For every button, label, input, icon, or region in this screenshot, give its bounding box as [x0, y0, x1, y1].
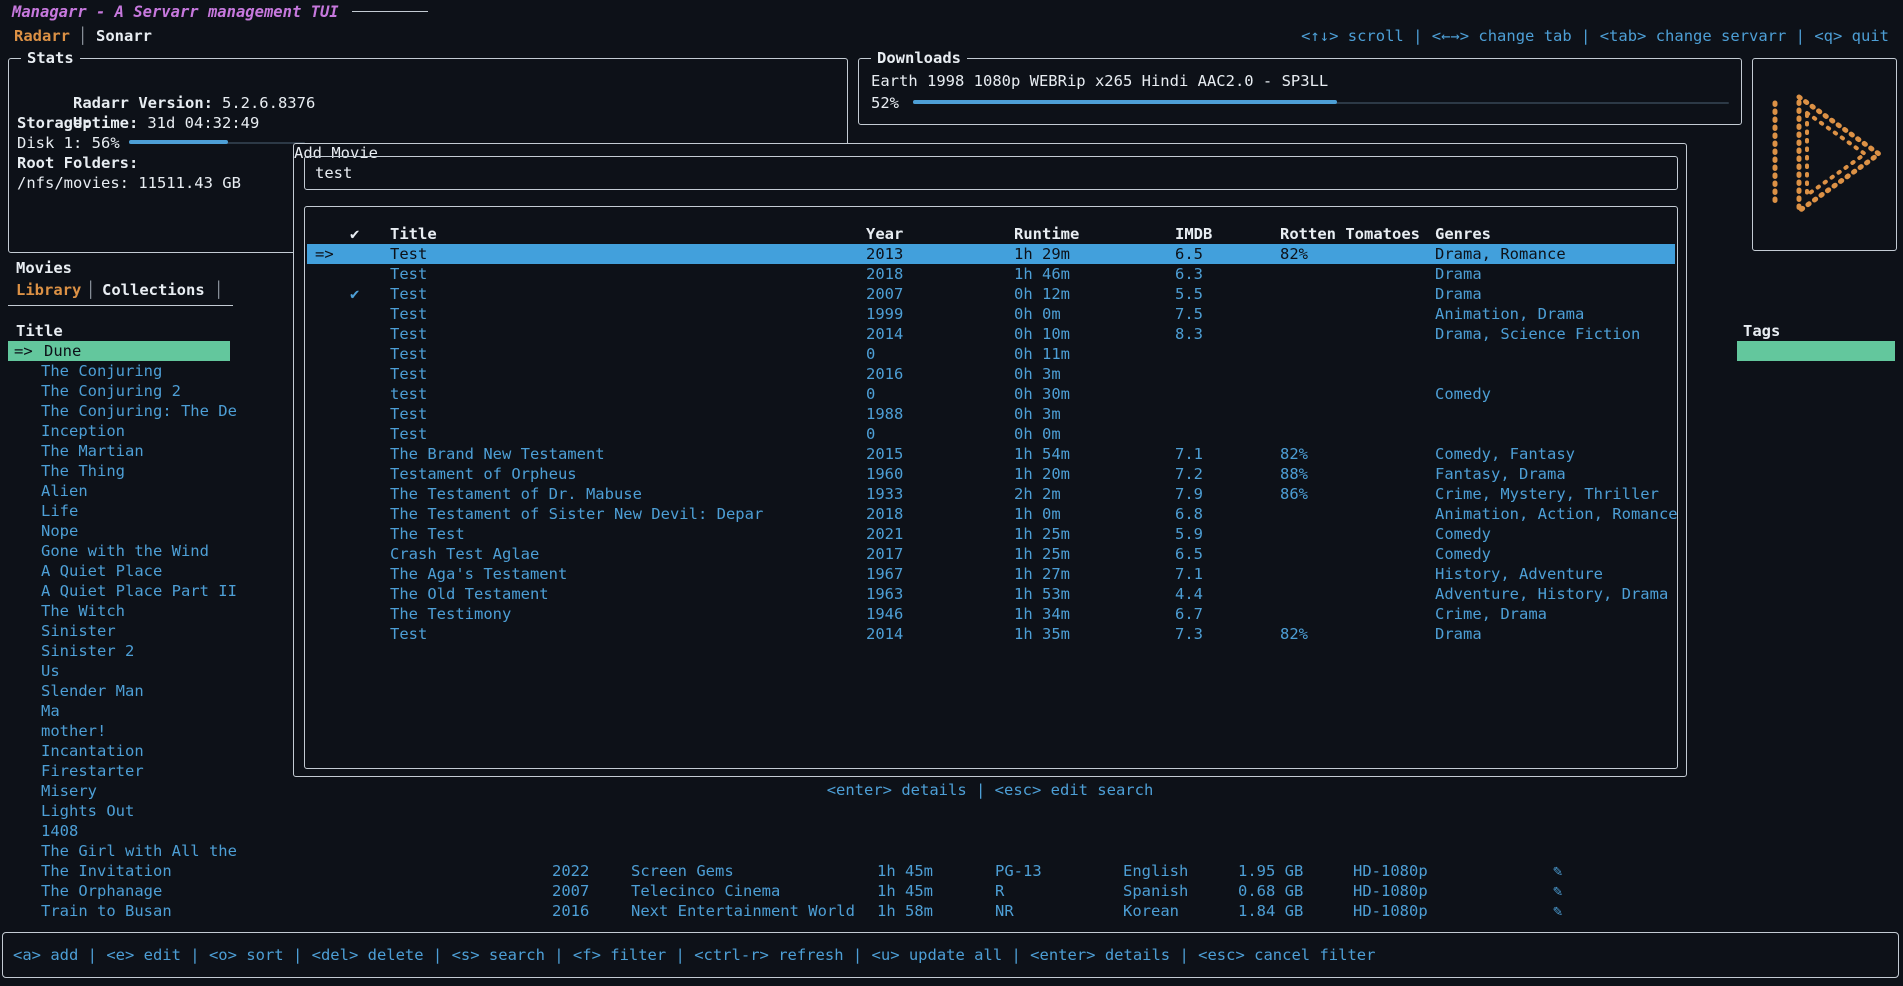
tab-separator: │: [78, 26, 87, 46]
movie-list-item[interactable]: Sinister: [41, 621, 116, 641]
tags-panel-title: Tags: [1743, 321, 1780, 341]
add-movie-result-row[interactable]: Test19880h 3m: [307, 404, 1675, 424]
title-rule: [352, 11, 428, 12]
movie-list-item[interactable]: Alien: [41, 481, 88, 501]
managarr-app: Managarr - A Servarr management TUI Rada…: [0, 0, 1903, 986]
movie-list-item[interactable]: mother!: [41, 721, 106, 741]
tab-sonarr[interactable]: Sonarr: [96, 26, 152, 46]
library-table-row[interactable]: 2022Screen Gems1h 45mPG-13English1.95 GB…: [0, 861, 1903, 881]
movie-list-item[interactable]: The Martian: [41, 441, 144, 461]
results-header-row: ✔TitleYearRuntimeIMDBRotten TomatoesGenr…: [307, 224, 1675, 244]
add-movie-result-row[interactable]: ✔Test20070h 12m5.5Drama: [307, 284, 1675, 304]
add-movie-result-row[interactable]: Test20160h 3m: [307, 364, 1675, 384]
add-movie-result-row[interactable]: test00h 30mComedy: [307, 384, 1675, 404]
add-movie-result-row[interactable]: Test20140h 10m8.3Drama, Science Fiction: [307, 324, 1675, 344]
bottom-help-bar: <a> add | <e> edit | <o> sort | <del> de…: [2, 932, 1899, 978]
disk-usage-label: Disk 1: 56%: [17, 133, 120, 153]
add-movie-help: <enter> details | <esc> edit search: [293, 780, 1687, 800]
add-movie-result-row[interactable]: The Test20211h 25m5.9Comedy: [307, 524, 1675, 544]
downloads-panel: Downloads Earth 1998 1080p WEBRip x265 H…: [858, 58, 1742, 125]
keybind-help-bottom: <a> add | <e> edit | <o> sort | <del> de…: [13, 945, 1375, 965]
movie-list-item[interactable]: The Girl with All the: [41, 841, 237, 861]
add-movie-result-row[interactable]: Test20141h 35m7.382%Drama: [307, 624, 1675, 644]
root-folder-value: /nfs/movies: 11511.43 GB: [17, 173, 241, 193]
edit-pencil-icon: ✎: [1553, 861, 1562, 881]
add-movie-result-row[interactable]: Test20181h 46m6.3Drama: [307, 264, 1675, 284]
movie-list-item[interactable]: The Witch: [41, 601, 125, 621]
tab-separator: │: [214, 280, 223, 300]
movies-column-header: Title: [16, 321, 63, 341]
movie-list-item[interactable]: A Quiet Place Part II: [41, 581, 237, 601]
movie-list-item[interactable]: Us: [41, 661, 60, 681]
edit-pencil-icon: ✎: [1553, 901, 1562, 921]
movies-tabs-rule: [8, 305, 233, 306]
movie-list-item[interactable]: 1408: [41, 821, 78, 841]
movie-list-item[interactable]: Inception: [41, 421, 125, 441]
movie-list-item[interactable]: The Thing: [41, 461, 125, 481]
add-movie-result-row[interactable]: The Testimony19461h 34m6.7Crime, Drama: [307, 604, 1675, 624]
movie-list-item[interactable]: Misery: [41, 781, 97, 801]
add-movie-result-row[interactable]: The Brand New Testament20151h 54m7.182%C…: [307, 444, 1675, 464]
movie-list-item-selected[interactable]: =>Dune: [8, 341, 230, 361]
add-movie-result-row[interactable]: The Old Testament19631h 53m4.4Adventure,…: [307, 584, 1675, 604]
add-movie-result-row[interactable]: The Testament of Sister New Devil: Depar…: [307, 504, 1675, 524]
tab-radarr[interactable]: Radarr: [14, 26, 70, 46]
tab-separator: │: [86, 280, 95, 300]
movie-list-item[interactable]: Ma: [41, 701, 60, 721]
movie-list-item[interactable]: The Conjuring: The De: [41, 401, 237, 421]
add-movie-popup: Add Movie test ✔TitleYearRuntimeIMDBRott…: [293, 143, 1687, 777]
movie-list-item[interactable]: Slender Man: [41, 681, 144, 701]
add-movie-result-row[interactable]: The Aga's Testament19671h 27m7.1History,…: [307, 564, 1675, 584]
library-table-row[interactable]: 2007Telecinco Cinema1h 45mRSpanish0.68 G…: [0, 881, 1903, 901]
movie-list-item[interactable]: Firestarter: [41, 761, 144, 781]
edit-pencil-icon: ✎: [1553, 881, 1562, 901]
keybind-help-top: <↑↓> scroll | <←→> change tab | <tab> ch…: [1301, 26, 1889, 46]
radarr-version: Radarr Version:5.2.6.8376: [17, 73, 315, 93]
movie-list-item[interactable]: Nope: [41, 521, 78, 541]
add-movie-result-row[interactable]: Testament of Orpheus19601h 20m7.288%Fant…: [307, 464, 1675, 484]
add-movie-result-row[interactable]: =>Test20131h 29m6.582%Drama, Romance: [307, 244, 1675, 264]
add-movie-result-row[interactable]: Test19990h 0m7.5Animation, Drama: [307, 304, 1675, 324]
root-folders-label: Root Folders:: [17, 153, 138, 173]
movie-list-item[interactable]: Lights Out: [41, 801, 134, 821]
downloads-panel-title: Downloads: [871, 48, 967, 68]
tag-row-selected[interactable]: [1737, 341, 1895, 361]
managarr-play-logo-icon: [1765, 87, 1887, 221]
movie-list-item[interactable]: Sinister 2: [41, 641, 134, 661]
download-item-title: Earth 1998 1080p WEBRip x265 Hindi AAC2.…: [871, 71, 1328, 91]
movies-panel-title: Movies: [16, 258, 72, 278]
add-movie-result-row[interactable]: The Testament of Dr. Mabuse19332h 2m7.98…: [307, 484, 1675, 504]
movie-list-item[interactable]: Incantation: [41, 741, 144, 761]
movie-list-item[interactable]: Life: [41, 501, 78, 521]
download-percent-label: 52%: [871, 93, 899, 113]
movie-list-item[interactable]: The Conjuring 2: [41, 381, 181, 401]
add-movie-result-row[interactable]: Test00h 0m: [307, 424, 1675, 444]
movie-list-item[interactable]: A Quiet Place: [41, 561, 162, 581]
add-movie-search-box[interactable]: test: [304, 156, 1678, 190]
library-table-row[interactable]: 2016Next Entertainment World1h 58mNRKore…: [0, 901, 1903, 921]
uptime: Uptime:31d 04:32:49: [17, 93, 259, 113]
movie-list-item[interactable]: The Conjuring: [41, 361, 162, 381]
add-movie-search-input[interactable]: test: [315, 163, 352, 183]
tab-collections[interactable]: Collections: [102, 280, 205, 300]
app-title: Managarr - A Servarr management TUI: [12, 2, 339, 22]
tab-library[interactable]: Library: [16, 280, 81, 300]
storage-label: Storage:: [17, 113, 92, 133]
stats-panel-title: Stats: [21, 48, 80, 68]
add-movie-results-table: ✔TitleYearRuntimeIMDBRotten TomatoesGenr…: [304, 206, 1678, 769]
disk-gauge-fill: [129, 140, 228, 144]
logo-panel: [1752, 58, 1897, 251]
add-movie-result-row[interactable]: Test00h 11m: [307, 344, 1675, 364]
add-movie-result-row[interactable]: Crash Test Aglae20171h 25m6.5Comedy: [307, 544, 1675, 564]
download-gauge-fill: [913, 100, 1337, 104]
movie-list-item[interactable]: Gone with the Wind: [41, 541, 209, 561]
